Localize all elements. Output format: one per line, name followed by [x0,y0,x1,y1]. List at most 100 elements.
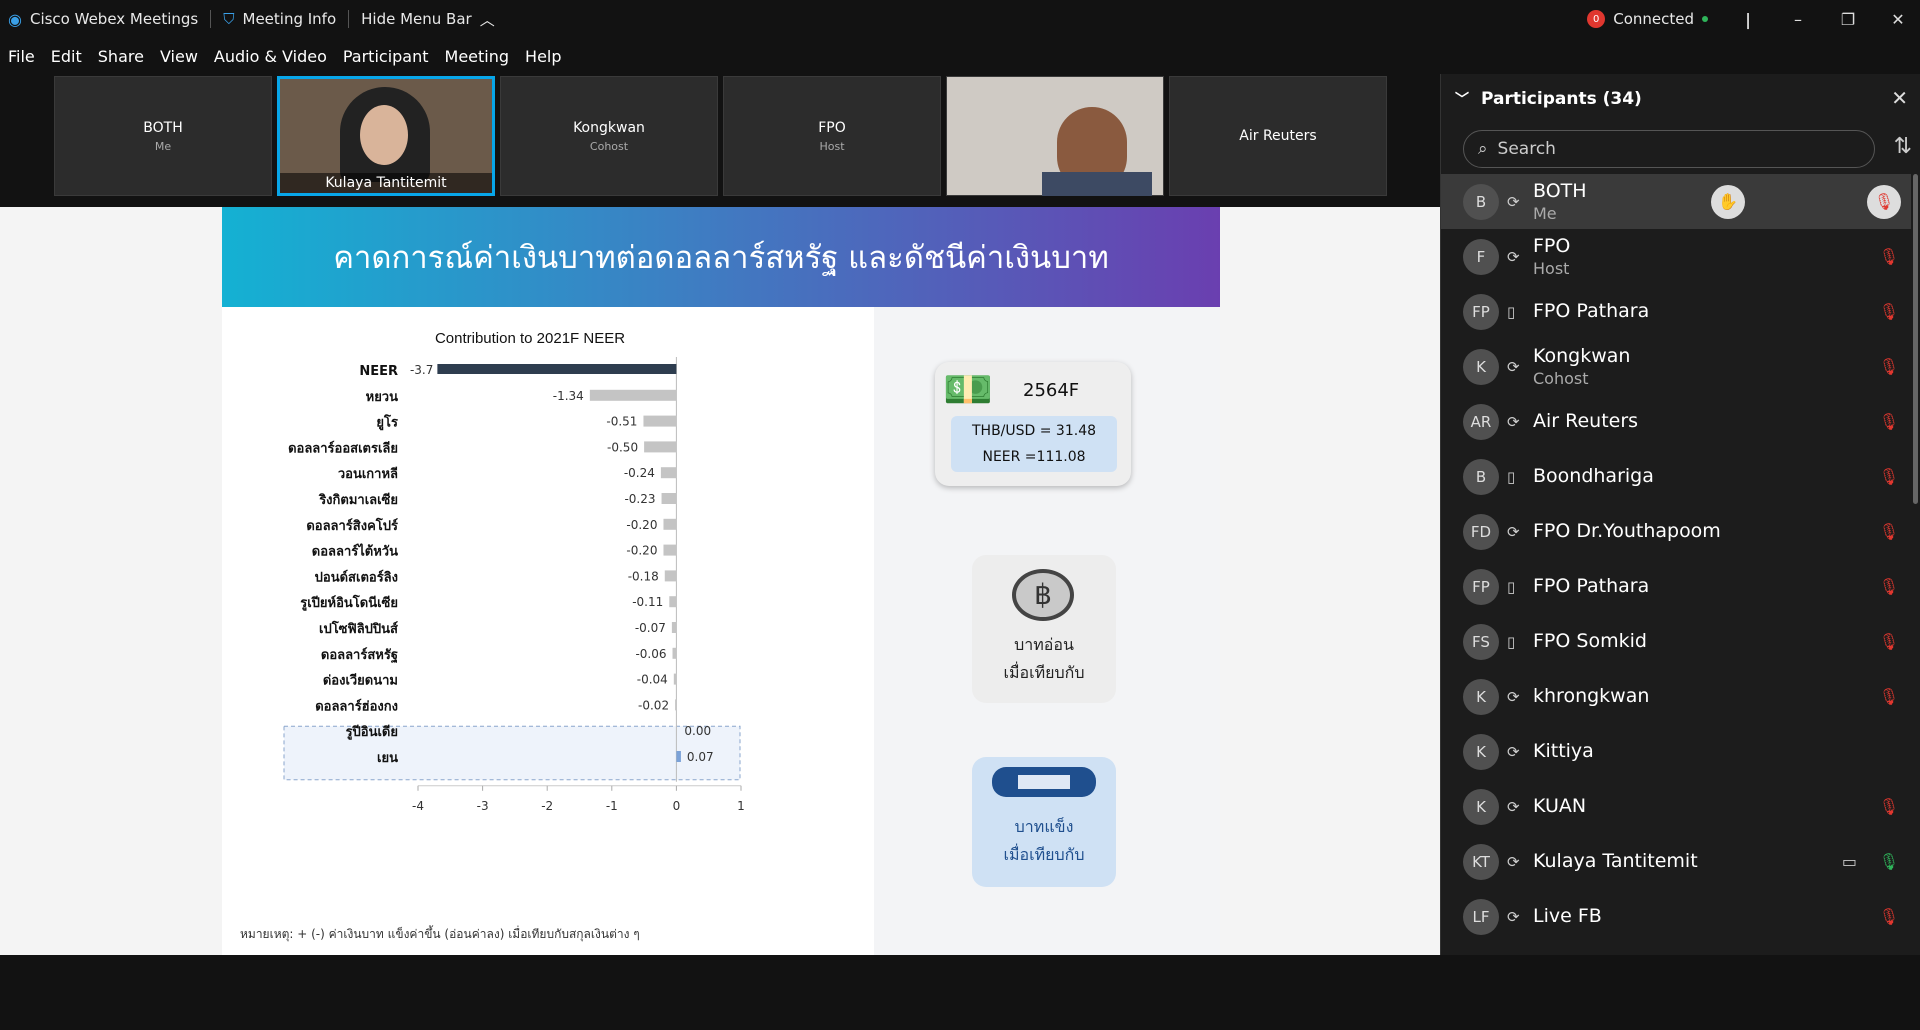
bar [672,647,677,659]
connection-status-label: Connected [1613,10,1694,28]
category-label: รูปีอินเดีย [346,724,398,740]
x-tick-label: -1 [606,799,618,813]
menu-view[interactable]: View [160,47,198,66]
chevron-down-icon[interactable]: ﹀ [1455,89,1469,109]
data-label: 0.00 [684,724,711,738]
participants-header[interactable]: ﹀ Participants (34) [1441,74,1920,124]
hide-menu-bar-button[interactable]: Hide Menu Bar ︿ [361,9,495,30]
participant-name: Boondhariga [1533,465,1654,487]
mic-muted-icon[interactable]: 🎙 [1867,184,1901,219]
participant-row[interactable]: K ⟳ Kongkwan Cohost 🎙 [1441,339,1911,394]
scrollbar[interactable] [1913,174,1918,504]
participant-row[interactable]: LF ⟳ Live FB 🎙 [1441,889,1911,944]
data-label: -3.7 [410,363,433,377]
close-window-button[interactable]: ✕ [1888,10,1908,29]
data-label: -0.04 [637,673,668,687]
participant-row[interactable]: FP ▯ FPO Pathara 🎙 [1441,284,1911,339]
participant-row[interactable]: FP ▯ FPO Pathara 🎙 [1441,559,1911,614]
participant-row[interactable]: KT ⟳ Kulaya Tantitemit ▭ 🎙 [1441,834,1911,889]
avatar: FP [1463,293,1499,330]
category-label: ดอลลาร์ฮ่องกง [315,698,398,714]
minimize-button[interactable]: – [1788,10,1808,29]
participant-name: BOTH [1533,180,1587,202]
menu-participant[interactable]: Participant [343,47,429,66]
participant-role: Me [1533,204,1557,223]
sort-icon[interactable]: ⇅ [1894,134,1912,159]
title-bar: ◉ Cisco Webex Meetings ⛉ Meeting Info Hi… [0,0,1920,38]
participant-row[interactable]: K ⟳ KUAN 🎙 [1441,779,1911,834]
headset-icon: ⟳ [1507,522,1520,541]
participant-row[interactable]: FD ⟳ FPO Dr.Youthapoom 🎙 [1441,504,1911,559]
mic-muted-icon: 🎙 [1878,302,1899,321]
connected-dot-icon [1702,16,1708,22]
search-input[interactable]: ⌕ Search [1463,130,1875,168]
search-icon: ⌕ [1478,139,1488,159]
forecast-year: 2564F [1023,380,1080,401]
notification-count-badge: 0 [1587,10,1606,28]
menu-audio-video[interactable]: Audio & Video [214,47,327,66]
participant-row[interactable]: B ▯ Boondhariga 🎙 [1441,449,1911,504]
participant-row[interactable]: FS ▯ FPO Somkid 🎙 [1441,614,1911,669]
bar [676,751,681,762]
category-label: ดอลลาร์สหรัฐ [321,647,398,664]
avatar: B [1463,183,1499,220]
mic-muted-icon: 🎙 [1878,357,1899,376]
menu-edit[interactable]: Edit [51,47,82,66]
tile-name: Kulaya Tantitemit [280,173,492,193]
avatar: K [1463,348,1499,385]
bar [675,699,677,711]
video-tile[interactable] [946,76,1164,196]
restore-button[interactable]: ❐ [1838,10,1858,29]
menu-help[interactable]: Help [525,47,561,66]
participant-row[interactable]: K ⟳ Kittiya [1441,724,1911,779]
video-tile-active[interactable]: Kulaya Tantitemit [277,76,495,196]
participant-row[interactable]: B ⟳ BOTH Me ✋ 🎙 [1441,174,1911,229]
thb-usd-value: THB/USD = 31.48 [971,423,1097,439]
data-label: -0.23 [624,492,655,506]
menu-file[interactable]: File [8,47,35,66]
bar [644,441,677,453]
banknote-icon [1016,773,1072,791]
participant-row[interactable]: F ⟳ FPO Host 🎙 [1441,229,1911,284]
video-tile[interactable]: Air Reuters [1169,76,1387,196]
connection-status[interactable]: 0 Connected [1587,10,1708,28]
participant-row[interactable]: AR ⟳ Air Reuters 🎙 [1441,394,1911,449]
category-label: ดอลลาร์สิงคโปร์ [306,517,398,534]
mic-muted-icon: 🎙 [1878,247,1899,266]
headset-icon: ⟳ [1507,412,1520,431]
participants-title: Participants (34) [1481,89,1642,109]
participant-face [360,105,408,165]
bar [669,596,677,608]
menu-share[interactable]: Share [98,47,144,66]
tile-name: Air Reuters [1239,128,1317,144]
hide-menu-label: Hide Menu Bar [361,10,472,28]
avatar: K [1463,678,1499,715]
video-tile[interactable]: BOTH Me [54,76,272,196]
mic-muted-icon: 🎙 [1878,467,1899,486]
neer-value: NEER =111.08 [982,449,1086,465]
shared-content-area: คาดการณ์ค่าเงินบาทต่อดอลลาร์สหรัฐ และดัช… [0,207,1440,955]
participant-name: Live FB [1533,905,1602,927]
participant-name: FPO Pathara [1533,300,1650,322]
bar [676,725,677,737]
participant-row[interactable]: K ⟳ khrongkwan 🎙 [1441,669,1911,724]
video-tile[interactable]: Kongkwan Cohost [500,76,718,196]
forecast-card: 💵 2564F THB/USD = 31.48 NEER =111.08 [935,362,1131,486]
video-tile[interactable]: FPO Host [723,76,941,196]
raise-hand-icon[interactable]: ✋ [1711,184,1745,219]
menu-meeting[interactable]: Meeting [445,47,510,66]
mic-muted-icon: 🎙 [1878,577,1899,596]
money-icon: 💵 [943,367,993,413]
shield-icon: ⛉ [223,10,235,28]
participant-name: FPO Dr.Youthapoom [1533,520,1721,542]
close-icon[interactable]: ✕ [1891,86,1908,110]
data-label: -0.06 [635,647,666,661]
category-label: วอนเกาหลี [338,466,398,482]
bar [671,622,677,633]
strong-label: บาทแข็ง [1014,817,1074,836]
participant-name: FPO [1533,235,1571,257]
meeting-info-button[interactable]: ⛉ Meeting Info [223,10,336,28]
bar [673,673,677,685]
divider-handle-icon: | [1745,9,1751,29]
avatar: FP [1463,568,1499,605]
